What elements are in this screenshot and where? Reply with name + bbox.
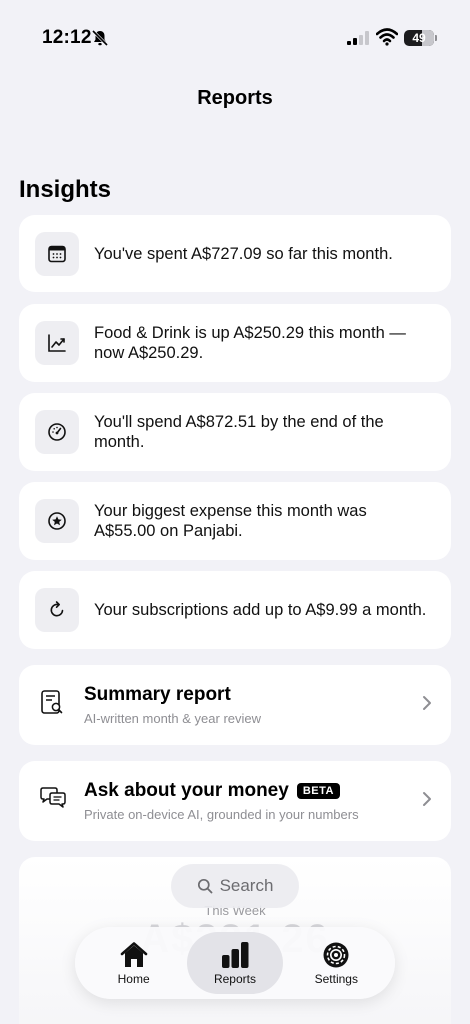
calendar-icon (48, 245, 66, 262)
cellular-signal-icon (347, 31, 369, 45)
chevron-right-icon (421, 790, 433, 813)
status-time: 12:12 (42, 27, 92, 48)
gauge-icon (48, 423, 66, 441)
insight-card-biggest[interactable]: Your biggest expense this month was A$55… (19, 482, 451, 560)
tab-settings[interactable]: Settings (288, 932, 384, 994)
refresh-icon (50, 601, 64, 617)
ask-money-button[interactable]: Ask about your money BETA Private on-dev… (19, 761, 451, 841)
insight-text: Your biggest expense this month was A$55… (94, 502, 367, 540)
battery-indicator: 49 (404, 30, 437, 46)
insight-card-forecast[interactable]: You'll spend A$872.51 by the end of the … (19, 393, 451, 471)
insight-card-spent[interactable]: You've spent A$727.09 so far this month. (19, 215, 451, 292)
bar-chart-icon (221, 941, 249, 968)
insight-icon-box (35, 499, 79, 543)
chevron-right-icon (421, 694, 433, 717)
tab-settings-label: Settings (314, 971, 358, 986)
chat-bubbles-icon (38, 784, 68, 819)
insight-icon-box (35, 410, 79, 454)
tab-home[interactable]: Home (86, 932, 182, 994)
insight-card-category[interactable]: Food & Drink is up A$250.29 this month —… (19, 304, 451, 382)
house-icon (120, 941, 147, 967)
insight-text: You'll spend A$872.51 by the end of the … (94, 413, 384, 451)
star-circle-icon (48, 512, 66, 530)
status-bar: 12:12 49 (0, 0, 470, 60)
search-button[interactable]: Search (171, 864, 299, 908)
insight-icon-box (35, 231, 79, 276)
search-label: Search (219, 876, 274, 895)
summary-report-title: Summary report (84, 684, 231, 705)
tab-bar: Home Reports Settings (75, 927, 395, 999)
wifi-icon (376, 28, 398, 46)
insight-icon-box (35, 321, 79, 365)
insight-text: Food & Drink is up A$250.29 this month —… (94, 324, 406, 362)
tab-home-label: Home (117, 971, 150, 986)
gear-icon (323, 942, 349, 967)
tab-reports-label: Reports (213, 971, 256, 986)
search-icon (197, 878, 212, 894)
insight-text: You've spent A$727.09 so far this month. (94, 244, 393, 263)
ask-money-title: Ask about your money (84, 780, 289, 801)
trend-up-icon (48, 334, 66, 352)
summary-report-button[interactable]: Summary report AI-written month & year r… (19, 665, 451, 745)
bell-slash-icon (91, 29, 109, 47)
battery-level: 49 (412, 31, 426, 45)
report-doc-icon (38, 688, 68, 723)
ask-money-subtitle: Private on-device AI, grounded in your n… (84, 807, 359, 822)
insight-card-subscriptions[interactable]: Your subscriptions add up to A$9.99 a mo… (19, 571, 451, 649)
insights-heading: Insights (19, 176, 112, 203)
insight-icon-box (35, 588, 79, 632)
tab-reports[interactable]: Reports (186, 932, 283, 994)
summary-report-subtitle: AI-written month & year review (84, 711, 262, 726)
beta-badge: BETA (296, 783, 340, 799)
page-title: Reports (197, 87, 273, 109)
insight-text: Your subscriptions add up to A$9.99 a mo… (94, 601, 427, 619)
